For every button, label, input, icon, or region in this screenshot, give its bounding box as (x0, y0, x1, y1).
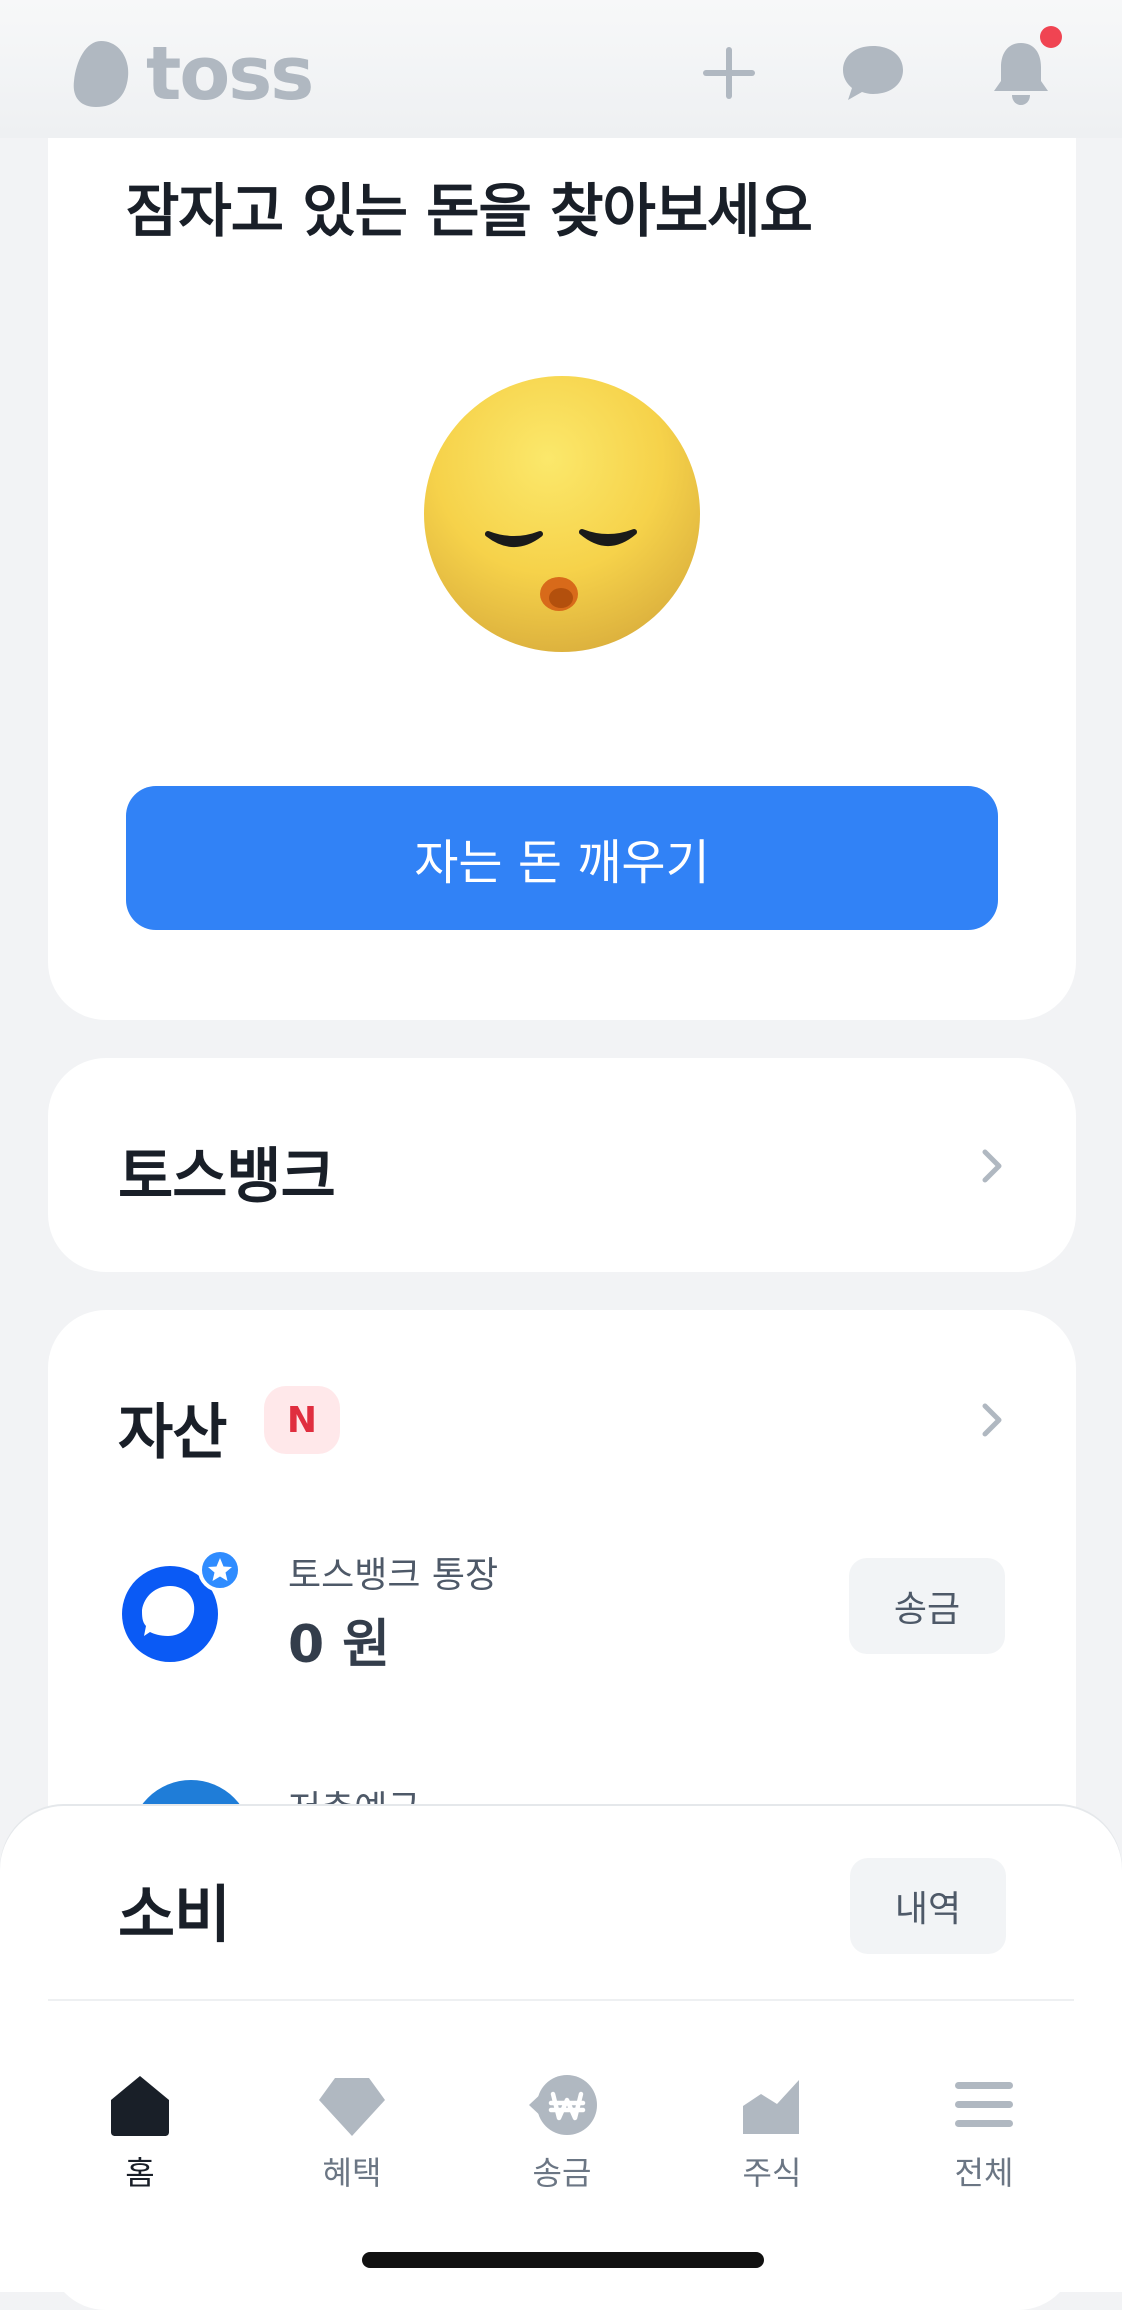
bell-icon (994, 43, 1048, 105)
menu-icon (955, 2082, 1013, 2127)
sleeping-face-icon (422, 374, 702, 654)
toss-bank-account-icon (122, 1548, 242, 1662)
won-transfer-icon (529, 2075, 597, 2135)
bottom-sheet: 소비 내역 홈 혜택 송금 주식 전체 (0, 1806, 1122, 2292)
tab-label: 송금 (532, 2154, 592, 2192)
account-balance: 0 원 (288, 1615, 391, 1675)
top-bar: toss (0, 0, 1122, 138)
diamond-icon (319, 2078, 385, 2136)
tab-label: 주식 (742, 2154, 802, 2192)
tab-label: 혜택 (322, 2154, 382, 2192)
home-icon (111, 2076, 169, 2136)
new-badge: N (264, 1386, 340, 1454)
home-indicator[interactable] (362, 2252, 764, 2268)
tab-stocks[interactable]: 주식 (692, 2070, 852, 2194)
idle-money-card: 잠자고 있는 돈을 찾아보세요 자는 돈 깨우기 (48, 88, 1076, 1020)
chat-bubble-icon (843, 46, 903, 100)
send-money-button[interactable]: 송금 (849, 1558, 1005, 1654)
assets-title[interactable]: 자산 (118, 1384, 227, 1471)
notification-dot (1040, 26, 1062, 48)
divider (48, 1999, 1074, 2001)
account-name: 토스뱅크 통장 (288, 1555, 499, 1596)
stock-chart-icon (743, 2080, 799, 2134)
tab-label: 홈 (125, 2154, 155, 2192)
toss-logo[interactable]: toss (70, 31, 314, 117)
spending-title: 소비 (118, 1878, 231, 1951)
tab-all[interactable]: 전체 (904, 2070, 1064, 2194)
chat-button[interactable] (838, 38, 908, 108)
plus-icon (703, 47, 755, 99)
tab-label: 전체 (954, 2154, 1014, 2192)
toss-bank-card[interactable]: 토스뱅크 (48, 1058, 1076, 1272)
tab-benefits[interactable]: 혜택 (272, 2070, 432, 2194)
chevron-right-icon (982, 1149, 1002, 1183)
notification-button[interactable] (986, 26, 1062, 108)
tab-transfer[interactable]: 송금 (482, 2070, 642, 2194)
chevron-right-icon[interactable] (972, 1400, 1012, 1440)
tab-home[interactable]: 홈 (60, 2070, 220, 2194)
history-button[interactable]: 내역 (850, 1858, 1006, 1954)
logo-text: toss (146, 31, 314, 117)
toss-bank-title: 토스뱅크 (118, 1142, 336, 1212)
toss-logo-icon (73, 41, 129, 107)
add-button[interactable] (694, 38, 764, 108)
hero-title: 잠자고 있는 돈을 찾아보세요 (126, 177, 813, 245)
wake-money-button[interactable]: 자는 돈 깨우기 (126, 786, 998, 930)
